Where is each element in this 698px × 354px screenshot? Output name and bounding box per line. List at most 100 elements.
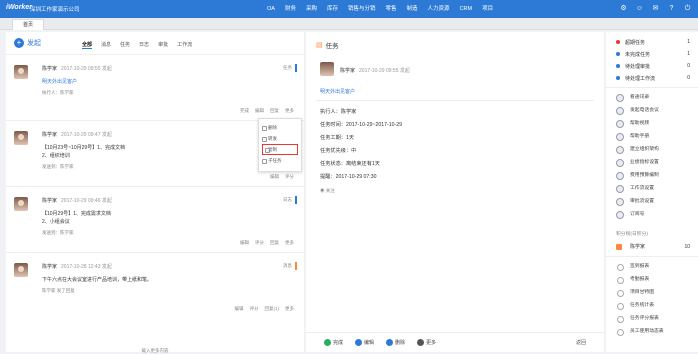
filter-tab-approval[interactable]: 审批 [158,41,168,49]
gear-icon[interactable]: ⚙ [619,4,628,13]
report-employee-usage[interactable]: 员工使用动态表 [606,325,698,338]
power-icon[interactable]: ⏻ [683,4,692,13]
post-actions: 完成 编辑 回复 更多 [240,108,294,114]
complete-button[interactable]: 完成 [240,108,249,114]
tab-home[interactable]: 首页 [12,19,44,30]
nav-item-purchase[interactable]: 采购 [301,0,322,18]
report-gantt[interactable]: 项目甘特图 [606,286,698,299]
nav-item-retail[interactable]: 零售 [381,0,402,18]
post-type-tag: 消息 [283,262,297,270]
company-name[interactable]: 深圳工作家演示公司 [30,5,80,13]
more-button[interactable]: 更多 [285,306,294,312]
feed-post[interactable]: 陈学家 2017-10-29 09:46 发起 日志 【10月29号】1、完成需求… [6,186,304,252]
post-author[interactable]: 陈学家 [42,132,57,138]
nav-item-project[interactable]: 项目 [477,0,498,18]
points-row[interactable]: 陈学家 10 [606,241,698,253]
nav-item-hr[interactable]: 人力资源 [423,0,455,18]
rate-button[interactable]: 评分 [255,240,264,246]
report-attendance[interactable]: 考勤报表 [606,273,698,286]
detail-title: ▤ 任务 [316,40,339,50]
reply-button[interactable]: 回复 [270,240,279,246]
post-author[interactable]: 陈学家 [42,198,57,204]
post-author[interactable]: 陈学家 [42,66,57,72]
filter-tab-workflow[interactable]: 工作流 [177,41,192,49]
sidebar-item-approval-settings[interactable]: 审批流设置 [606,195,698,208]
divider [606,256,698,257]
stat-unfinished-tasks[interactable]: 未完成任务 1 [606,48,698,60]
nav-item-finance[interactable]: 财务 [280,0,301,18]
report-task-rating[interactable]: 任务评分报表 [606,312,698,325]
filter-tab-all[interactable]: 全部 [82,41,93,49]
sidebar-item-budget[interactable]: 费用预算编制 [606,169,698,182]
detail-author[interactable]: 陈学家 [340,68,355,74]
stat-count: 1 [687,39,690,45]
stat-label: 超期任务 [625,39,646,46]
sidebar-item-phone-meeting[interactable]: 发起电话会议 [606,104,698,117]
avatar[interactable] [14,263,28,277]
more-button[interactable]: 更多 [285,240,294,246]
feed-list: 陈学家 2017-10-29 09:55 发起 任务 明天外出见客户 执行人：陈学… [6,54,304,318]
watch-button[interactable]: ◉ 关注 [320,188,335,194]
filter-tab-task[interactable]: 任务 [120,41,130,49]
divider [316,100,594,101]
back-button[interactable]: 返回 [576,339,586,346]
more-button[interactable]: 更多 [285,108,294,114]
report-checkin[interactable]: 签到报表 [606,260,698,273]
avatar[interactable] [14,131,28,145]
filter-tab-message[interactable]: 消息 [101,41,111,49]
sidebar-item-workflow-settings[interactable]: 工作流设置 [606,182,698,195]
stat-label: 待处理审批 [625,63,651,70]
watch-label: 关注 [325,188,335,193]
report-task-stats[interactable]: 任务统计表 [606,299,698,312]
help-icon[interactable]: ? [667,4,676,13]
rate-button[interactable]: 评分 [250,306,259,312]
nav-item-sales[interactable]: 销售与分销 [343,0,381,18]
sidebar-item-subscription[interactable]: 订阅号 [606,208,698,221]
menu-item-forward[interactable]: 转发 [259,133,301,144]
nav-item-oa[interactable]: OA [262,0,280,18]
edit-button[interactable]: 编辑 [235,306,244,312]
edit-button[interactable]: 编辑 [255,108,264,114]
detail-panel: ▤ 任务 陈学家 2017-10-29 09:55 发起 明天外出见客户 执行人：… [306,32,604,352]
rate-button[interactable]: 评分 [285,174,294,180]
feed-post[interactable]: 陈学家 2017-10-29 09:55 发起 任务 明天外出见客户 执行人：陈学… [6,54,304,120]
menu-item-copy[interactable]: 复制 [262,144,298,155]
edit-button[interactable]: 编辑 [355,339,374,346]
menu-item-delete[interactable]: 删除 [259,122,301,133]
stat-count: 0 [687,75,690,81]
avatar[interactable] [14,65,28,79]
stat-pending-workflows[interactable]: 待处理工作流 0 [606,72,698,84]
feed-post[interactable]: 陈学家 2017-10-28 12:43 发起 消息 下午六点在大会议室进行产品培… [6,252,304,318]
stat-pending-approvals[interactable]: 待处理审批 0 [606,60,698,72]
message-icon[interactable]: ✉ [651,4,660,13]
edit-button[interactable]: 编辑 [270,174,279,180]
sidebar-item-help-manual[interactable]: 帮助手册 [606,130,698,143]
document-icon: ▤ [316,42,323,49]
post-line: 2、小组会议 [42,219,70,225]
compose-button[interactable]: + 发起 [14,38,41,48]
sidebar-item-kpi-settings[interactable]: 业绩指标设置 [606,156,698,169]
more-button[interactable]: 更多 [417,339,436,346]
edit-button[interactable]: 编辑 [240,240,249,246]
sidebar-item-help-video[interactable]: 帮助视频 [606,117,698,130]
post-content[interactable]: 明天外出见客户 [42,78,296,86]
nav-item-crm[interactable]: CRM [455,0,478,18]
stat-overdue-tasks[interactable]: 超期任务 1 [606,36,698,48]
user-icon[interactable]: ☺ [635,4,644,13]
filter-tab-log[interactable]: 日志 [139,41,149,49]
reply-button[interactable]: 回复(1) [265,306,280,312]
reply-button[interactable]: 回复 [270,108,279,114]
sidebar-item-org-structure[interactable]: 建立组织架构 [606,143,698,156]
load-more-link[interactable]: 载入更多内容 [6,348,304,354]
nav-item-manufacturing[interactable]: 制造 [402,0,423,18]
post-author[interactable]: 陈学家 [42,264,57,270]
menu-item-subtask[interactable]: 子任务 [259,155,301,166]
complete-button[interactable]: 完成 [324,339,343,346]
app-logo[interactable]: iWorker [6,4,32,11]
avatar[interactable] [320,62,334,76]
avatar[interactable] [14,197,28,211]
sidebar-item-contacts[interactable]: 看通讯录 [606,91,698,104]
post-time: 2017-10-28 12:43 发起 [61,264,112,270]
delete-button[interactable]: 删除 [386,339,405,346]
nav-item-inventory[interactable]: 库存 [322,0,343,18]
